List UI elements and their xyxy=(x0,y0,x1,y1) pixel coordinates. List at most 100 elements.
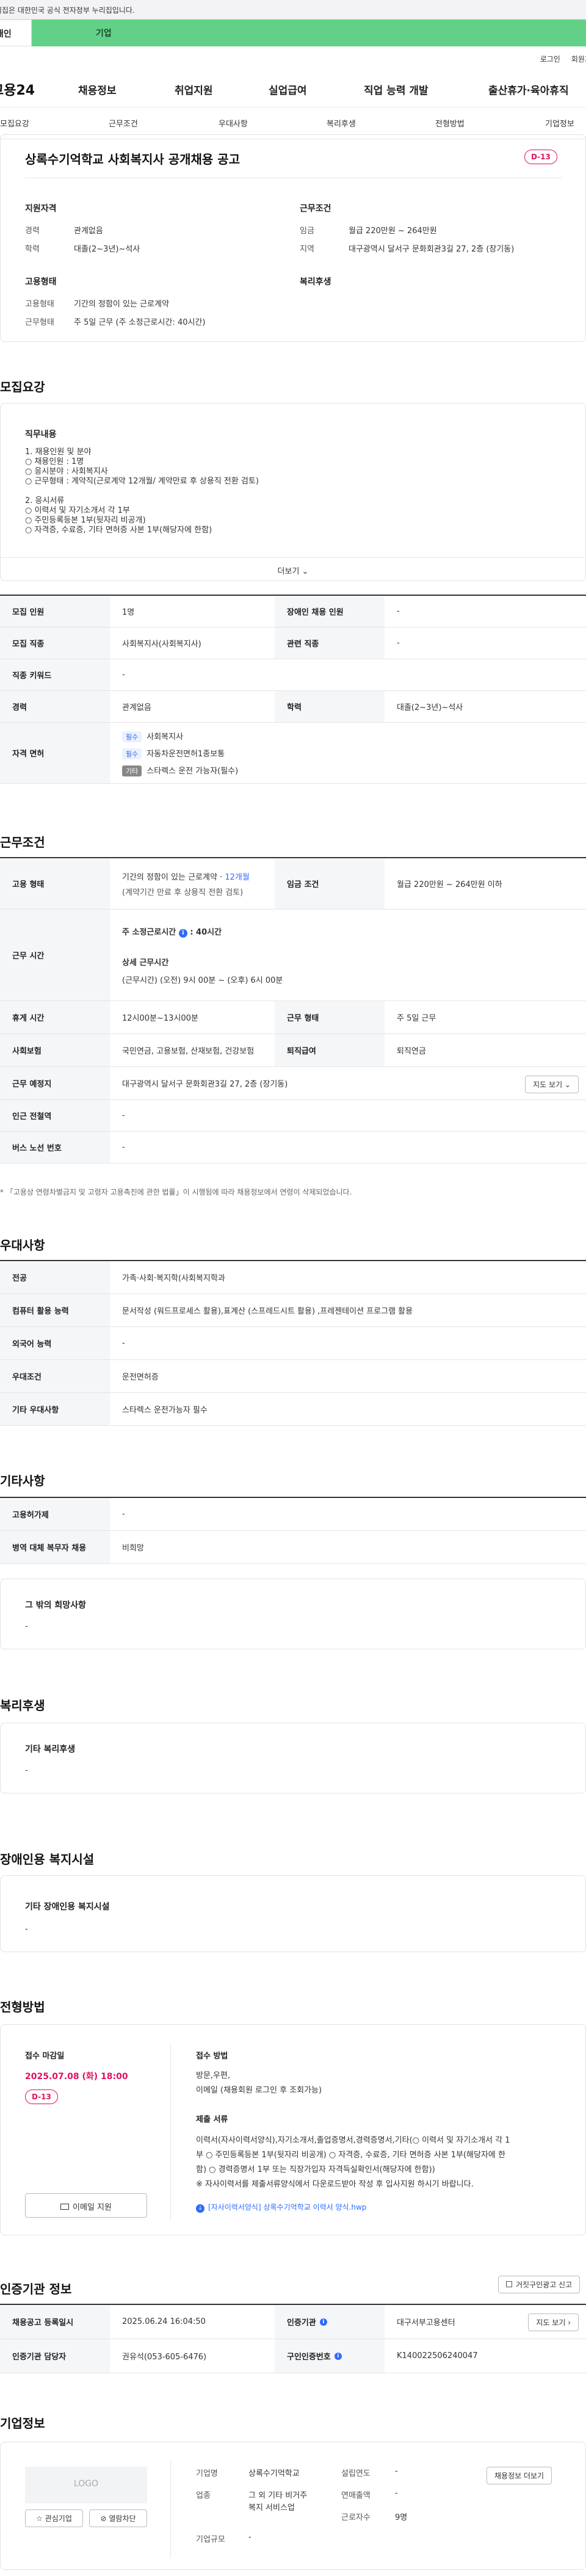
docs-line: 함) ○ 경력증명서 1부 또는 직장가입자 자격득실확인서(해당자에 한함)) xyxy=(196,2165,435,2174)
subnav-recruit[interactable]: 모집요강 xyxy=(0,117,29,129)
divider xyxy=(170,2461,171,2558)
subnav-company[interactable]: 기업정보 xyxy=(545,117,574,129)
nav-item-employment-support[interactable]: 취업지원 xyxy=(175,82,213,97)
year-value: - xyxy=(395,2467,398,2476)
attachment-link[interactable]: ↓ [자사이력서양식] 상록수기억학교 이력서 양식.hwp xyxy=(196,2202,366,2213)
kw-label: 직종 키워드 xyxy=(0,659,110,690)
duty-title: 직무내용 xyxy=(25,430,57,440)
join-link[interactable]: 회원가입 xyxy=(571,54,586,64)
num-label: 구인인증번호 i xyxy=(275,2339,385,2373)
site-logo[interactable]: 고용24 xyxy=(0,79,65,99)
nav-item-jobs[interactable]: 채용정보 xyxy=(78,82,117,97)
table-row: 컴퓨터 활용 능력 문서작성 (워드프로세스 활용),표계산 (스프레드시트 활… xyxy=(0,1294,586,1327)
career-label: 경력 xyxy=(25,226,40,236)
work-table: 고용 형태 기간의 정함이 있는 근로계약 · 12개월 (계약기간 만료 후 … xyxy=(0,857,586,1163)
retire-value: 퇴직연금 xyxy=(397,1047,426,1056)
map-button[interactable]: 지도 보기 ⌄ xyxy=(525,1076,579,1093)
time-main: 주 소정근로시간 i : 40시간 xyxy=(122,925,222,938)
company-card: LOGO ☆ 관심기업 ⊘ 열람차단 기업명 상록수기억학교 설립연도 - 업종… xyxy=(0,2442,586,2570)
retire-label: 퇴직급여 xyxy=(275,1034,385,1066)
info-icon[interactable]: i xyxy=(319,2318,327,2326)
career-label: 경력 xyxy=(0,691,110,722)
year-label: 설립연도 xyxy=(341,2469,371,2478)
info-icon[interactable]: i xyxy=(334,2352,342,2360)
more-button-label: 더보기 ⌄ xyxy=(277,567,309,576)
duty-line xyxy=(25,487,259,496)
org-map-button[interactable]: 지도 보기 › xyxy=(528,2314,579,2331)
mail-icon xyxy=(60,2204,70,2210)
disability-card: 기타 장애인용 복지시설 - xyxy=(0,1875,586,1952)
emptype-line: 기간의 정함이 있는 근로계약 · 12개월 xyxy=(122,870,250,882)
docs-title: 제출 서류 xyxy=(196,2115,228,2124)
insure-label: 사회보험 xyxy=(0,1034,110,1066)
nav-item-job-training[interactable]: 직업 능력 개발 xyxy=(364,82,429,97)
license-item: 기타 스타렉스 운전 가능자(필수) xyxy=(122,764,238,776)
docs-line: ※ 자사이력서를 제출서류양식에서 다운로드받아 작성 후 입사지원 하시기 바… xyxy=(196,2180,474,2189)
disabled-label: 장애인 채용 인원 xyxy=(275,596,385,627)
report-false-ad-button[interactable]: 거짓구인광고 신고 xyxy=(498,2276,581,2293)
table-row: 외국어 능력 - xyxy=(0,1327,586,1360)
rel-label: 관련 직종 xyxy=(275,628,385,659)
email-apply-button[interactable]: 이메일 지원 xyxy=(25,2193,147,2218)
report-icon xyxy=(506,2281,512,2287)
table-row: 인증기관 담당자 권유석(053-605-6476) 구인인증번호 i K1400… xyxy=(0,2339,586,2373)
disability-box-title: 기타 장애인용 복지시설 xyxy=(25,1902,110,1912)
other-section-title: 기타사항 xyxy=(0,1474,45,1488)
more-bar[interactable]: 더보기 ⌄ xyxy=(1,557,585,581)
docs-line: 부 ○ 주민등록등본 1부(뒷자리 비공개) ○ 자격증, 수료증, 기타 면허… xyxy=(196,2151,505,2160)
table-row: 휴게 시간 12시00분~13시00분 근무 형태 주 5일 근무 xyxy=(0,1001,586,1034)
fav-company-button[interactable]: ☆ 관심기업 xyxy=(25,2509,83,2527)
edu-label: 학력 xyxy=(25,245,40,254)
login-link[interactable]: 로그인 xyxy=(540,54,560,64)
email-apply-label: 이메일 지원 xyxy=(73,2203,112,2212)
company-logo: LOGO xyxy=(25,2467,147,2503)
subnav-pref[interactable]: 우대사항 xyxy=(219,117,248,129)
time-cell: 주 소정근로시간 i : 40시간 상세 근무시간 (근무시간) (오전) 9시… xyxy=(110,910,586,1000)
org-value: 대구서부고용센터 xyxy=(397,2318,455,2328)
block-view-button[interactable]: ⊘ 열람차단 xyxy=(89,2509,147,2527)
job-value: 사회복지사(사회복지사) xyxy=(122,640,201,649)
pc-value: 문서작성 (워드프로세스 활용),표계산 (스프레드시트 활용) ,프레젠테이션… xyxy=(122,1307,413,1316)
company-logo-text: LOGO xyxy=(73,2479,99,2489)
prefcond-value: 운전면허증 xyxy=(122,1373,159,1382)
more-jobs-button[interactable]: 채용정보 더보기 xyxy=(487,2467,552,2484)
table-row: 고용 형태 기간의 정함이 있는 근로계약 · 12개월 (계약기간 만료 후 … xyxy=(0,858,586,910)
reg-label: 채용공고 등록일시 xyxy=(0,2305,110,2339)
count-label: 모집 인원 xyxy=(0,596,110,627)
subnav-work[interactable]: 근무조건 xyxy=(109,117,138,129)
info-icon[interactable]: i xyxy=(178,928,187,938)
edu-label: 학력 xyxy=(275,691,385,722)
time-detail: (근무시간) (오전) 9시 00분 ~ (오후) 6시 00분 xyxy=(122,975,283,985)
nav-item-parental-leave[interactable]: 출산휴가·육아휴직 xyxy=(488,82,569,97)
region-value: 대구광역시 달서구 문화회관3길 27, 2층 (장기동) xyxy=(349,245,515,254)
table-row: 병역 대체 복무자 채용 비희망 xyxy=(0,1531,586,1564)
table-row: 전공 가족·사회·복지학(사회복지학과 xyxy=(0,1261,586,1294)
welfare-section-title: 복리후생 xyxy=(0,1698,45,1713)
reg-value: 2025.06.24 16:04:50 xyxy=(122,2317,206,2326)
place-label: 근무 예정지 xyxy=(0,1067,110,1099)
subnav-welfare[interactable]: 복리후생 xyxy=(327,117,356,129)
license-name: 스타렉스 운전 가능자(필수) xyxy=(146,766,239,776)
welfare-box-value: - xyxy=(25,1766,28,1775)
tab-personal[interactable]: 개인 xyxy=(0,20,32,46)
time-main-value: : 40시간 xyxy=(190,927,222,937)
deadline-title: 접수 마감일 xyxy=(25,2052,65,2061)
report-label: 거짓구인광고 신고 xyxy=(516,2281,573,2289)
table-row: 자격 면허 필수 사회복지사 필수 자동차운전면허1종보통 기타 스타렉스 운전 가능… xyxy=(0,723,586,784)
block-icon: ⊘ xyxy=(100,2514,107,2523)
emp-value: 9명 xyxy=(395,2513,408,2522)
docs-lines: 이력서(자사이력서양식),자기소개서,졸업증명서,경력증명서,기타(○ 이력서 … xyxy=(196,2133,510,2192)
table-row: 근무 예정지 대구광역시 달서구 문화회관3길 27, 2층 (장기동) 지도 … xyxy=(0,1067,586,1100)
device-value: - xyxy=(122,1510,125,1519)
nav-item-unemployment-benefit[interactable]: 실업급여 xyxy=(269,82,307,97)
screening-section-title: 전형방법 xyxy=(0,2000,45,2014)
sales-value: - xyxy=(395,2489,398,2498)
hope-title: 그 밖의 희망사항 xyxy=(25,1601,86,1610)
block-view-label: 열람차단 xyxy=(109,2514,136,2523)
gov-banner: 이 누리집은 대한민국 공식 전자정부 누리집입니다. xyxy=(0,0,586,20)
table-row: 모집 인원 1명 장애인 채용 인원 - xyxy=(0,596,586,628)
tab-company[interactable]: 기업 xyxy=(32,20,586,46)
subnav-screening[interactable]: 전형방법 xyxy=(435,117,465,129)
page: 이 누리집은 대한민국 공식 전자정부 누리집입니다. 개인 기업 로그인 회원… xyxy=(0,0,586,2576)
table-row: 사회보험 국민연금, 고용보험, 산재보험, 건강보험 퇴직급여 퇴직연금 xyxy=(0,1034,586,1067)
